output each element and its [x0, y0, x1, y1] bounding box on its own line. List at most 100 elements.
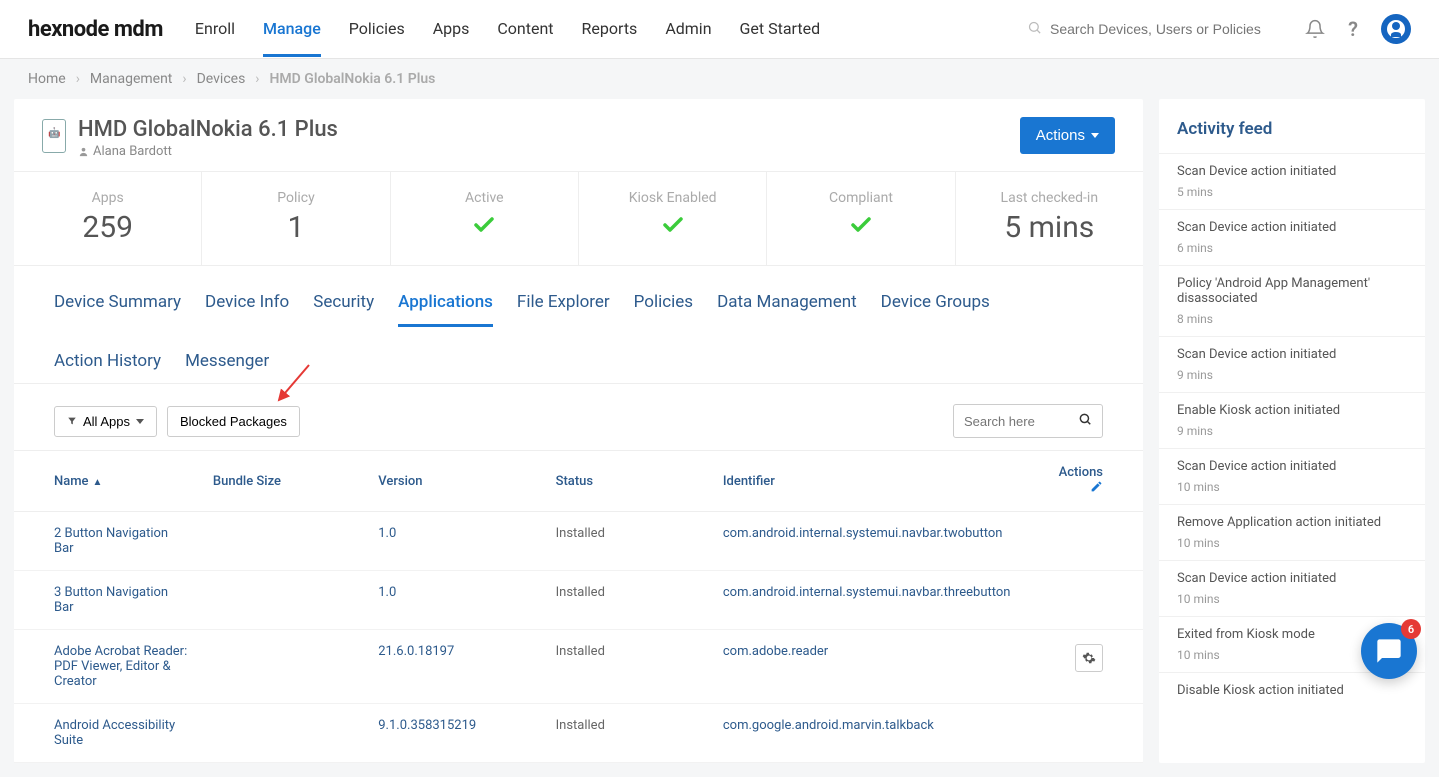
th-name[interactable]: Name▲	[14, 451, 201, 512]
feed-item-text: Scan Device action initiated	[1177, 571, 1407, 586]
th-status[interactable]: Status	[544, 451, 711, 512]
feed-item[interactable]: Scan Device action initiated10 mins	[1159, 448, 1425, 504]
feed-item-time: 8 mins	[1177, 312, 1407, 326]
cell-version: 1.0	[366, 512, 543, 571]
tab-data-management[interactable]: Data Management	[717, 292, 857, 327]
nav-item-admin[interactable]: Admin	[665, 1, 711, 57]
feed-item-text: Enable Kiosk action initiated	[1177, 403, 1407, 418]
applications-table: Name▲ Bundle Size Version Status Identif…	[14, 450, 1143, 763]
breadcrumb-link[interactable]: Management	[90, 71, 172, 87]
cell-name[interactable]: 2 Button Navigation Bar	[14, 512, 201, 571]
feed-item[interactable]: Policy 'Android App Management' disassoc…	[1159, 265, 1425, 336]
cell-status: Installed	[544, 630, 711, 704]
feed-item[interactable]: Scan Device action initiated 5 mins	[1159, 153, 1425, 209]
breadcrumb-link[interactable]: Devices	[197, 71, 246, 87]
tab-device-info[interactable]: Device Info	[205, 292, 289, 327]
table-row: Android Accessibility Suite9.1.0.3583152…	[14, 704, 1143, 763]
stat-label: Kiosk Enabled	[579, 190, 766, 206]
brand-logo: hexnode mdm	[28, 17, 163, 42]
nav-item-manage[interactable]: Manage	[263, 1, 321, 57]
feed-item[interactable]: Scan Device action initiated 10 mins	[1159, 560, 1425, 616]
user-avatar[interactable]	[1381, 14, 1411, 44]
device-owner-name: Alana Bardott	[93, 144, 172, 159]
tab-action-history[interactable]: Action History	[54, 351, 161, 383]
table-search-input[interactable]	[964, 414, 1072, 429]
stat-label: Compliant	[767, 190, 954, 206]
cell-status: Installed	[544, 704, 711, 763]
feed-item-time: 5 mins	[1177, 185, 1407, 199]
stat-policy: Policy1	[202, 172, 390, 265]
bell-icon[interactable]	[1305, 19, 1325, 39]
feed-item[interactable]: Enable Kiosk action initiated9 mins	[1159, 392, 1425, 448]
tab-messenger[interactable]: Messenger	[185, 351, 269, 383]
stats-row: Apps259Policy1ActiveKiosk EnabledComplia…	[14, 172, 1143, 266]
table-row: 2 Button Navigation Bar1.0Installedcom.a…	[14, 512, 1143, 571]
cell-name[interactable]: Android Accessibility Suite	[14, 704, 201, 763]
feed-item[interactable]: Scan Device action initiated9 mins	[1159, 336, 1425, 392]
nav-item-reports[interactable]: Reports	[582, 1, 638, 57]
cell-actions	[1023, 571, 1144, 630]
table-search[interactable]	[953, 404, 1103, 438]
feed-item-text: Policy 'Android App Management' disassoc…	[1177, 276, 1407, 306]
tab-policies[interactable]: Policies	[634, 292, 693, 327]
device-title-block: HMD GlobalNokia 6.1 Plus Alana Bardott	[78, 117, 338, 159]
feed-item[interactable]: Remove Application action initiated10 mi…	[1159, 504, 1425, 560]
nav-item-get-started[interactable]: Get Started	[740, 1, 821, 57]
feed-item-time: 6 mins	[1177, 241, 1407, 255]
tab-device-groups[interactable]: Device Groups	[881, 292, 990, 327]
stat-apps: Apps259	[14, 172, 202, 265]
stat-label: Active	[391, 190, 578, 206]
global-search-input[interactable]	[1050, 21, 1287, 37]
check-icon	[846, 213, 876, 237]
stat-value: 1	[202, 210, 389, 245]
chat-icon	[1375, 637, 1403, 665]
device-title: HMD GlobalNokia 6.1 Plus	[78, 117, 338, 142]
th-version[interactable]: Version	[366, 451, 543, 512]
tab-file-explorer[interactable]: File Explorer	[517, 292, 610, 327]
top-navigation: hexnode mdm Enroll Manage Policies Apps Cont…	[0, 0, 1439, 59]
search-icon	[1078, 412, 1092, 430]
feed-item-time: 10 mins	[1177, 592, 1407, 606]
actions-button-label: Actions	[1036, 127, 1085, 144]
feed-item-time: 10 mins	[1177, 536, 1407, 550]
filter-all-apps-label: All Apps	[83, 414, 130, 429]
feed-item-text: Scan Device action initiated	[1177, 164, 1407, 179]
cell-name[interactable]: Adobe Acrobat Reader: PDF Viewer, Editor…	[14, 630, 201, 704]
help-icon[interactable]: ?	[1343, 19, 1363, 39]
device-owner: Alana Bardott	[78, 144, 338, 159]
blocked-packages-button[interactable]: Blocked Packages	[167, 406, 300, 437]
th-identifier[interactable]: Identifier	[711, 451, 1023, 512]
actions-button[interactable]: Actions	[1020, 117, 1115, 154]
nav-items: Enroll Manage Policies Apps Content Reports Ad…	[195, 1, 820, 57]
feed-item[interactable]: Scan Device action initiated6 mins	[1159, 209, 1425, 265]
cell-identifier: com.android.internal.systemui.navbar.two…	[711, 512, 1023, 571]
main-panel: HMD GlobalNokia 6.1 Plus Alana Bardott A…	[14, 99, 1143, 763]
chevron-right-icon: ›	[255, 71, 259, 87]
nav-item-policies[interactable]: Policies	[349, 1, 405, 57]
cell-bundle	[201, 571, 366, 630]
stat-value	[391, 210, 578, 245]
chat-bubble[interactable]: 6	[1361, 623, 1417, 679]
check-icon	[469, 213, 499, 237]
cell-version: 1.0	[366, 571, 543, 630]
stat-label: Apps	[14, 190, 201, 206]
nav-item-apps[interactable]: Apps	[433, 1, 470, 57]
global-search[interactable]	[1027, 20, 1287, 39]
tab-device-summary[interactable]: Device Summary	[54, 292, 181, 327]
stat-compliant: Compliant	[767, 172, 955, 265]
pencil-icon[interactable]	[1090, 481, 1103, 497]
check-icon	[658, 213, 688, 237]
nav-item-enroll[interactable]: Enroll	[195, 1, 235, 57]
filter-icon	[67, 416, 77, 426]
filter-all-apps-button[interactable]: All Apps	[54, 406, 157, 437]
feed-item-time: 9 mins	[1177, 368, 1407, 382]
th-actions[interactable]: Actions	[1023, 451, 1144, 512]
cell-name[interactable]: 3 Button Navigation Bar	[14, 571, 201, 630]
gear-icon[interactable]	[1075, 644, 1103, 672]
tab-applications[interactable]: Applications	[398, 292, 493, 327]
th-bundle[interactable]: Bundle Size	[201, 451, 366, 512]
tab-security[interactable]: Security	[313, 292, 374, 327]
stat-label: Last checked-in	[956, 190, 1143, 206]
nav-item-content[interactable]: Content	[497, 1, 553, 57]
breadcrumb-link[interactable]: Home	[28, 71, 66, 87]
